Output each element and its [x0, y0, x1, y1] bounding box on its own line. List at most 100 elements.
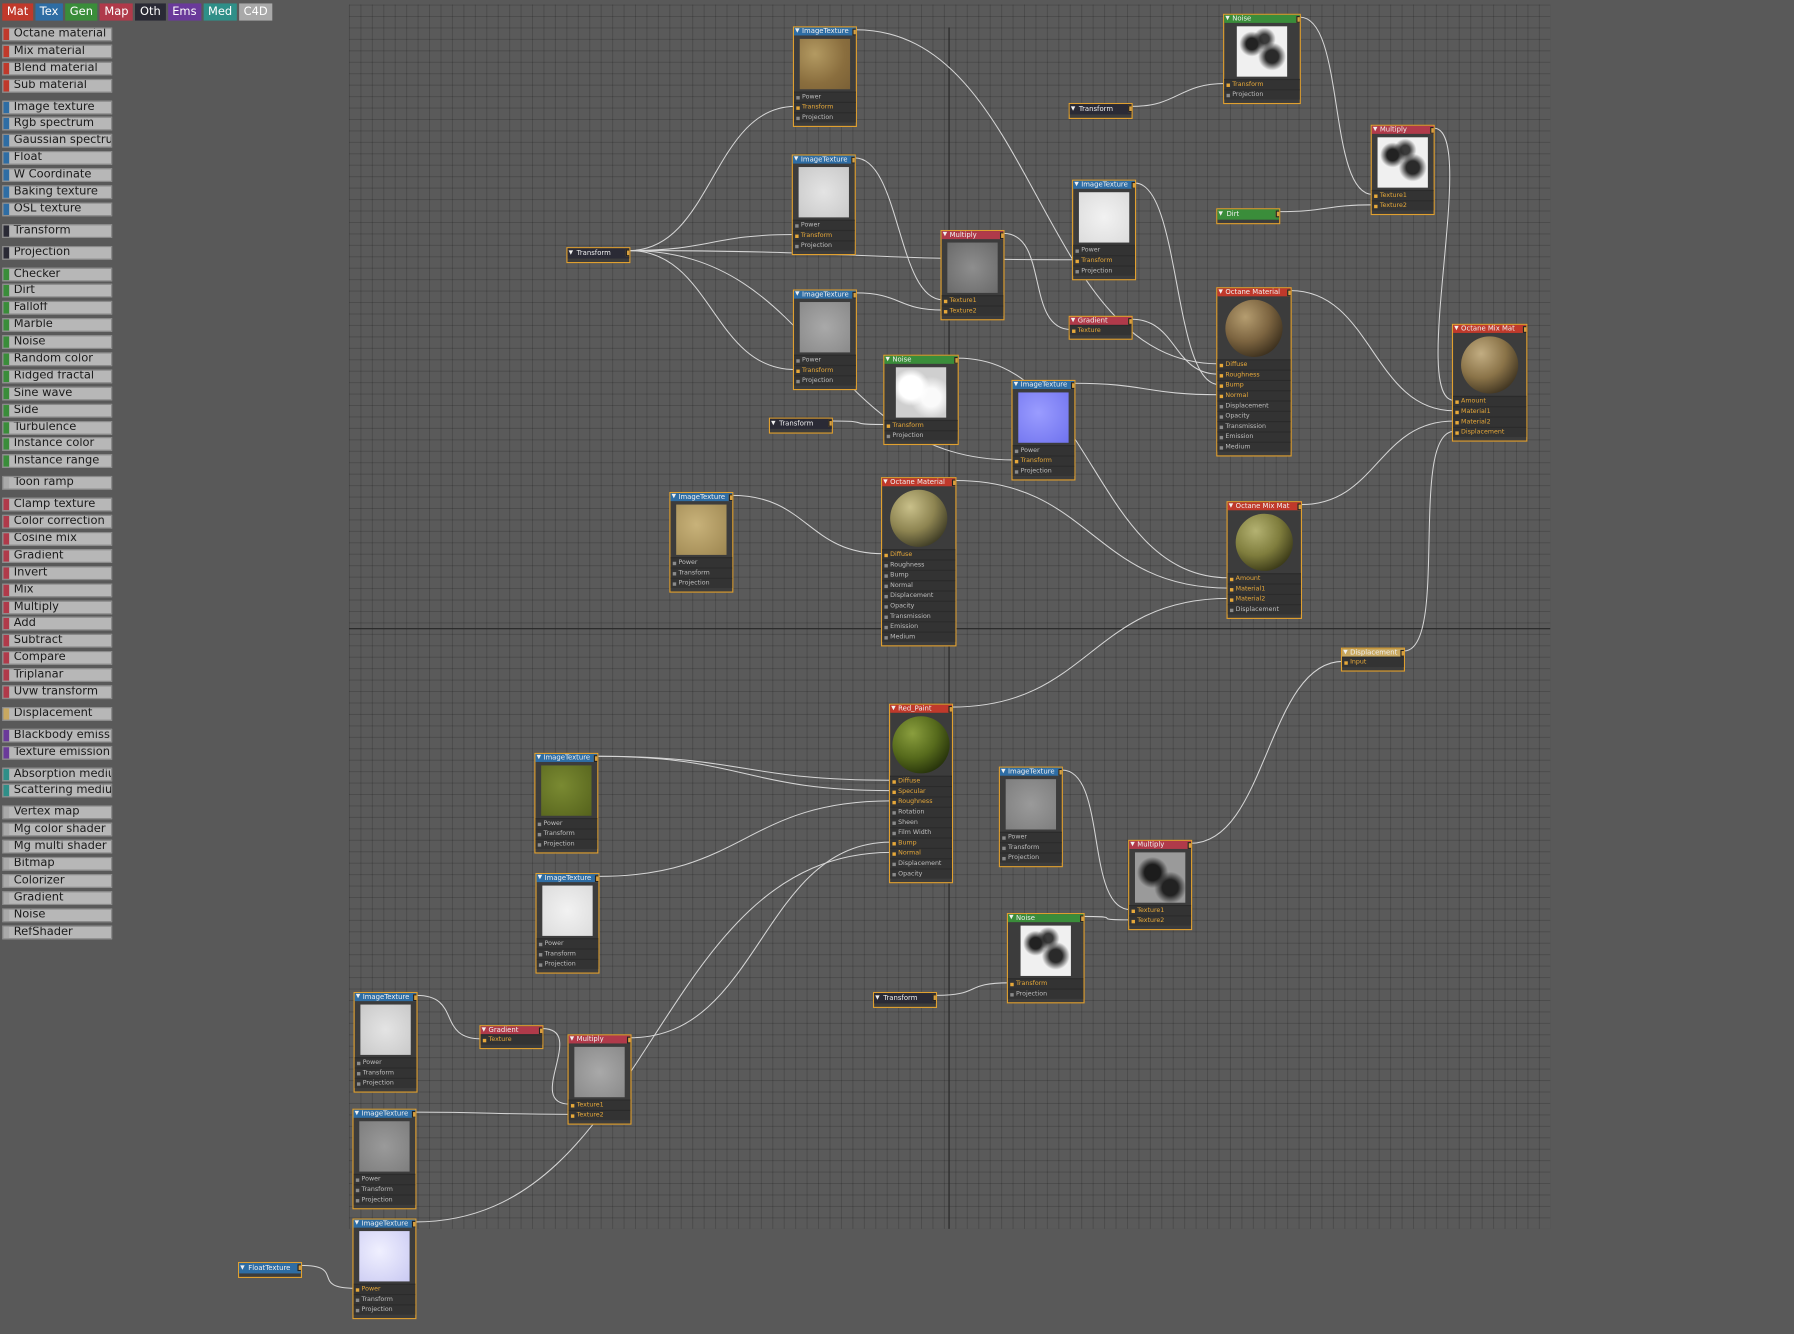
- input-port-opacity[interactable]: Opacity: [890, 868, 952, 879]
- node-imagetexture[interactable]: ▼ ImageTexture Power Transform Projection: [669, 491, 734, 593]
- palette-item-image-texture[interactable]: Image texture: [2, 100, 113, 114]
- input-port-roughness[interactable]: Roughness: [1217, 369, 1291, 380]
- input-port-projection[interactable]: Projection: [794, 375, 856, 386]
- input-port-projection[interactable]: Projection: [999, 852, 1062, 863]
- node-imagetexture[interactable]: ▼ ImageTexture Power Transform Projection: [792, 26, 857, 127]
- input-port-projection[interactable]: Projection: [884, 430, 958, 441]
- palette-item-checker[interactable]: Checker: [2, 267, 113, 281]
- palette-item-blackbody-emission[interactable]: Blackbody emission: [2, 728, 113, 743]
- input-port-texture2[interactable]: Texture2: [1129, 915, 1192, 926]
- input-port-projection[interactable]: Projection: [670, 577, 733, 589]
- palette-item-projection[interactable]: Projection: [2, 245, 113, 260]
- collapse-arrow-icon[interactable]: ▼: [672, 493, 676, 501]
- node-header[interactable]: ▼ Dirt: [1217, 209, 1280, 220]
- palette-item-baking-texture[interactable]: Baking texture: [2, 185, 113, 200]
- tab-med[interactable]: Med: [203, 3, 237, 21]
- palette-item-clamp-texture[interactable]: Clamp texture: [2, 497, 113, 512]
- input-port-emission[interactable]: Emission: [1217, 431, 1291, 442]
- palette-item-compare[interactable]: Compare: [2, 651, 113, 665]
- collapse-arrow-icon[interactable]: ▼: [883, 478, 887, 486]
- input-port-transform[interactable]: Transform: [794, 364, 856, 376]
- input-port-material2[interactable]: Material2: [1227, 593, 1301, 605]
- input-port-texture1[interactable]: Texture1: [1129, 905, 1192, 916]
- input-port-diffuse[interactable]: Diffuse: [1217, 359, 1291, 370]
- palette-item-add[interactable]: Add: [2, 617, 113, 631]
- palette-item-uvw-transform[interactable]: Uvw transform: [2, 685, 113, 700]
- input-port-input[interactable]: Input: [1342, 656, 1404, 668]
- node-transform[interactable]: ▼ Transform: [1068, 102, 1133, 119]
- palette-item-osl-texture[interactable]: OSL texture: [2, 202, 113, 217]
- node-header[interactable]: ▼ Red_Paint: [890, 704, 952, 713]
- input-port-projection[interactable]: Projection: [1073, 265, 1135, 276]
- input-port-power[interactable]: Power: [354, 1057, 417, 1068]
- tab-tex[interactable]: Tex: [35, 3, 63, 21]
- input-port-sheen[interactable]: Sheen: [890, 816, 952, 828]
- node-header[interactable]: ▼ ImageTexture: [354, 993, 417, 1002]
- palette-item-transform[interactable]: Transform: [2, 224, 113, 238]
- input-port-displacement[interactable]: Displacement: [1453, 426, 1527, 438]
- output-port-icon[interactable]: [413, 994, 417, 1002]
- input-port-projection[interactable]: Projection: [354, 1077, 417, 1089]
- collapse-arrow-icon[interactable]: ▼: [1225, 15, 1229, 23]
- input-port-projection[interactable]: Projection: [353, 1194, 416, 1205]
- collapse-arrow-icon[interactable]: ▼: [569, 248, 573, 258]
- palette-item-turbulence[interactable]: Turbulence: [2, 420, 113, 435]
- palette-item-rgb-spectrum[interactable]: Rgb spectrum: [2, 117, 113, 131]
- palette-item-mix[interactable]: Mix: [2, 583, 113, 597]
- node-header[interactable]: ▼ ImageTexture: [670, 493, 733, 502]
- node-red-paint[interactable]: ▼ Red_Paint Diffuse Specular Roughness Rotati…: [888, 703, 954, 884]
- palette-item-gaussian-spectrum[interactable]: Gaussian spectrum: [2, 134, 113, 148]
- node-header[interactable]: ▼ Transform: [567, 248, 630, 259]
- output-port-icon[interactable]: [1296, 16, 1300, 23]
- input-port-projection[interactable]: Projection: [353, 1304, 416, 1315]
- collapse-arrow-icon[interactable]: ▼: [891, 705, 895, 713]
- collapse-arrow-icon[interactable]: ▼: [1373, 126, 1377, 134]
- input-port-power[interactable]: Power: [1073, 244, 1135, 256]
- collapse-arrow-icon[interactable]: ▼: [1218, 288, 1222, 296]
- input-port-projection[interactable]: Projection: [536, 958, 599, 970]
- output-port-icon[interactable]: [1297, 503, 1301, 511]
- input-port-power[interactable]: Power: [1012, 445, 1075, 456]
- input-port-power[interactable]: Power: [670, 557, 733, 568]
- input-port-roughness[interactable]: Roughness: [890, 796, 952, 807]
- tab-gen[interactable]: Gen: [65, 3, 98, 21]
- output-port-icon[interactable]: [999, 232, 1004, 240]
- output-port-icon[interactable]: [1128, 318, 1132, 325]
- input-port-power[interactable]: Power: [794, 91, 856, 102]
- node-transform[interactable]: ▼ Transform: [566, 247, 631, 264]
- node-header[interactable]: ▼ ImageTexture: [535, 753, 598, 762]
- input-port-material1[interactable]: Material1: [1227, 583, 1301, 594]
- tab-oth[interactable]: Oth: [135, 3, 166, 21]
- tab-c4d[interactable]: C4D: [239, 3, 273, 21]
- output-port-icon[interactable]: [932, 994, 936, 1002]
- palette-item-octane-material[interactable]: Octane material: [2, 27, 113, 42]
- output-port-icon[interactable]: [1070, 382, 1075, 390]
- node-header[interactable]: ▼ Noise: [1224, 14, 1300, 23]
- node-multiply[interactable]: ▼ Multiply Texture1 Texture2: [567, 1034, 632, 1125]
- palette-item-cosine-mix[interactable]: Cosine mix: [2, 531, 113, 546]
- input-port-power[interactable]: Power: [794, 354, 856, 365]
- input-port-power[interactable]: Power: [536, 938, 599, 949]
- input-port-transmission[interactable]: Transmission: [1217, 421, 1291, 432]
- node-header[interactable]: ▼ Gradient: [1069, 316, 1132, 325]
- palette-item-mg-multi-shader[interactable]: Mg multi shader: [2, 839, 113, 854]
- collapse-arrow-icon[interactable]: ▼: [1014, 381, 1018, 389]
- input-port-emission[interactable]: Emission: [882, 621, 956, 632]
- collapse-arrow-icon[interactable]: ▼: [1343, 649, 1347, 657]
- input-port-normal[interactable]: Normal: [890, 847, 952, 859]
- palette-item-instance-range[interactable]: Instance range: [2, 454, 113, 469]
- output-port-icon[interactable]: [411, 1110, 416, 1118]
- node-header[interactable]: ▼ ImageTexture: [353, 1219, 416, 1228]
- palette-item-colorizer[interactable]: Colorizer: [2, 873, 113, 888]
- input-port-normal[interactable]: Normal: [1217, 390, 1291, 401]
- node-gradient[interactable]: ▼ Gradient Texture: [479, 1025, 544, 1050]
- node-dirt[interactable]: ▼ Dirt: [1216, 208, 1281, 225]
- collapse-arrow-icon[interactable]: ▼: [1074, 181, 1078, 189]
- palette-item-subtract[interactable]: Subtract: [2, 634, 113, 648]
- node-header[interactable]: ▼ Displacement: [1342, 648, 1404, 657]
- node-header[interactable]: ▼ Multiply: [1371, 125, 1434, 134]
- collapse-arrow-icon[interactable]: ▼: [482, 1026, 486, 1034]
- input-port-transform[interactable]: Transform: [1012, 455, 1075, 466]
- output-port-icon[interactable]: [852, 28, 856, 36]
- input-port-normal[interactable]: Normal: [882, 580, 956, 591]
